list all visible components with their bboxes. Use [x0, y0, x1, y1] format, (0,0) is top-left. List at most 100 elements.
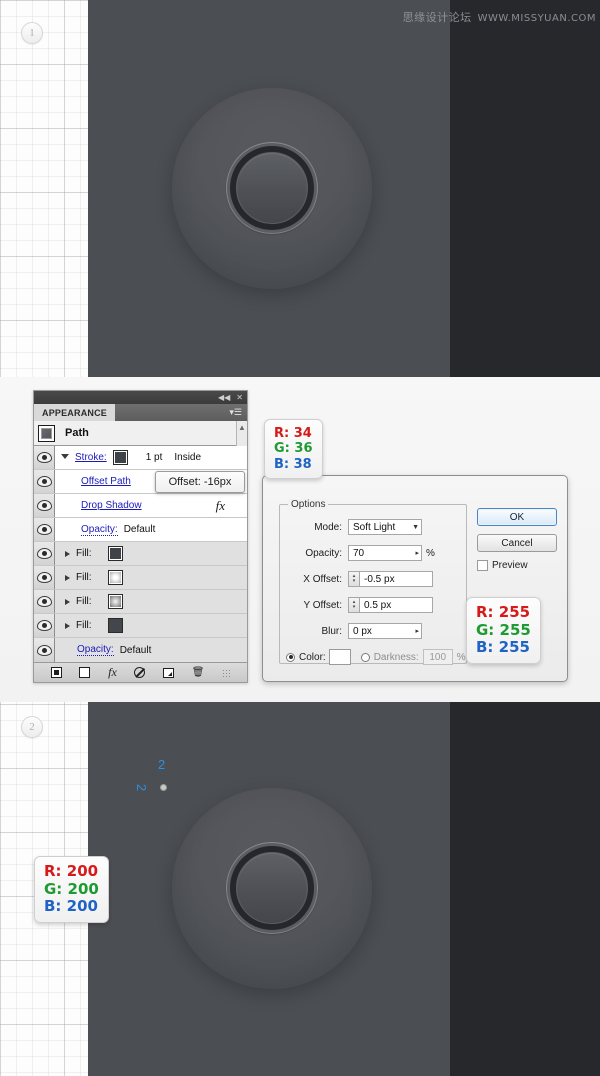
chevron-right-icon[interactable] — [65, 598, 70, 605]
chevron-right-icon[interactable] — [65, 550, 70, 557]
chevron-right-icon[interactable] — [65, 574, 70, 581]
opacity-top-label[interactable]: Opacity: — [81, 524, 118, 536]
visibility-toggle-drop-shadow[interactable] — [34, 494, 55, 517]
step-marker-2: 2 — [21, 716, 43, 738]
appearance-row-fill-1[interactable]: Fill: — [34, 542, 247, 566]
opacity-top-value[interactable]: Default — [124, 524, 156, 535]
opacity-bottom-value[interactable]: Default — [120, 645, 152, 656]
fill-2-color-swatch[interactable] — [107, 570, 123, 585]
watermark-cn-text: 思缘设计论坛 — [402, 11, 472, 24]
appearance-row-fill-2[interactable]: Fill: — [34, 566, 247, 590]
appearance-row-fill-4[interactable]: Fill: — [34, 614, 247, 638]
visibility-toggle-opacity-top[interactable] — [34, 518, 55, 541]
panel-titlebar: ◀◀ ✕ — [34, 391, 247, 404]
fill-4-label: Fill: — [76, 620, 92, 631]
field-y-offset: Y Offset: ▴ ▾ 0.5 px — [280, 597, 460, 613]
color-radio[interactable] — [286, 652, 295, 662]
stroke-align-value[interactable]: Inside — [174, 452, 201, 463]
ring-button-shape-1 — [227, 143, 317, 233]
fill-3-color-swatch[interactable] — [107, 594, 123, 609]
cancel-button[interactable]: Cancel — [477, 534, 557, 552]
fx-icon[interactable]: fx — [216, 498, 225, 514]
close-icon[interactable]: ✕ — [236, 393, 243, 402]
badge-r-value: R: 34 — [274, 426, 312, 441]
appearance-row-opacity-bottom[interactable]: Opacity: Default — [34, 638, 247, 662]
delete-item-icon[interactable]: 🗑 — [192, 667, 205, 678]
stroke-label[interactable]: Stroke: — [75, 452, 107, 463]
field-blur: Blur: 0 px ▸ — [280, 623, 460, 639]
badge-g-value: G: 36 — [274, 441, 313, 457]
anchor-point-dot[interactable] — [160, 784, 167, 791]
offset-path-label[interactable]: Offset Path — [81, 476, 131, 487]
blur-value: 0 px — [353, 625, 372, 637]
appearance-row-fill-3[interactable]: Fill: — [34, 590, 247, 614]
duplicate-item-icon[interactable] — [163, 667, 175, 678]
visibility-toggle-opacity-bottom[interactable] — [34, 638, 55, 662]
fill-1-color-swatch[interactable] — [107, 546, 123, 561]
y-offset-input[interactable]: 0.5 px — [359, 597, 433, 613]
site-watermark: 思缘设计论坛 WWW.MISSYUAN.COM — [403, 12, 596, 25]
badge-stroke-color: R: 34 G: 36 B: 38 — [264, 419, 323, 479]
collapse-icon[interactable]: ◀◀ — [218, 393, 230, 402]
anchor-number-label-rotated: 2 — [134, 783, 150, 792]
eye-icon — [36, 548, 52, 559]
eye-icon — [36, 572, 52, 583]
badge-b-value: B: 38 — [274, 456, 312, 472]
chevron-right-icon[interactable] — [65, 622, 70, 629]
appearance-row-stroke[interactable]: Stroke: 1 pt Inside — [34, 446, 247, 470]
path-label: Path — [65, 427, 89, 439]
opacity-label: Opacity: — [305, 547, 342, 559]
add-new-fill-icon[interactable] — [79, 667, 91, 678]
shadow-color-chip[interactable] — [328, 649, 351, 665]
clear-appearance-icon[interactable] — [134, 667, 146, 678]
darkness-radio[interactable] — [360, 652, 370, 662]
scroll-up-icon[interactable]: ▲ — [237, 423, 247, 432]
preview-checkbox[interactable] — [477, 560, 488, 571]
appearance-row-opacity-top[interactable]: Opacity: Default — [34, 518, 247, 542]
blur-input[interactable]: 0 px ▸ — [348, 623, 422, 639]
chevron-down-icon: ▸ — [415, 628, 419, 635]
appearance-row-drop-shadow[interactable]: Drop Shadow fx — [34, 494, 247, 518]
chevron-down-icon: ▸ — [415, 550, 419, 557]
ok-button[interactable]: OK — [477, 508, 557, 526]
canvas-dark-strip-2 — [450, 702, 600, 1076]
visibility-toggle-fill-3[interactable] — [34, 590, 55, 613]
watermark-url-text: WWW.MISSYUAN.COM — [477, 13, 596, 24]
darkness-unit: % — [456, 651, 466, 663]
badge-g-value: G: 200 — [44, 879, 99, 898]
chevron-down-icon: ▼ — [412, 523, 419, 531]
drop-shadow-label[interactable]: Drop Shadow — [81, 500, 142, 511]
field-mode: Mode: Soft Light ▼ — [280, 519, 460, 535]
add-new-effect-icon[interactable]: fx — [108, 665, 117, 680]
fill-4-color-swatch[interactable] — [107, 618, 123, 633]
opacity-input[interactable]: 70 ▸ — [348, 545, 422, 561]
artboard-canvas-step1: 思缘设计论坛 WWW.MISSYUAN.COM — [88, 0, 600, 377]
blur-label: Blur: — [321, 625, 342, 637]
panel-menu-icon[interactable]: ▾☰ — [229, 404, 247, 421]
visibility-toggle-fill-2[interactable] — [34, 566, 55, 589]
badge-r-value: R: 255 — [476, 603, 531, 621]
anchor-number-label: 2 — [158, 757, 166, 772]
tab-appearance[interactable]: APPEARANCE — [34, 404, 116, 421]
field-color-darkness: Color: Darkness: 100 % — [286, 649, 466, 665]
appearance-target-row[interactable]: Path — [34, 421, 247, 446]
chevron-down-icon[interactable] — [61, 453, 69, 462]
appearance-panel: ◀◀ ✕ APPEARANCE ▾☰ ▲ ▼ Path Stroke: — [33, 390, 248, 683]
badge-r-value: R: 200 — [44, 862, 99, 880]
stroke-color-swatch[interactable] — [112, 450, 128, 465]
visibility-toggle-fill-4[interactable] — [34, 614, 55, 637]
y-offset-stepper[interactable]: ▴ ▾ — [348, 597, 359, 613]
resize-grip-icon[interactable] — [222, 668, 231, 677]
visibility-toggle-stroke[interactable] — [34, 446, 55, 469]
stroke-weight-value[interactable]: 1 pt — [146, 452, 163, 463]
mode-select[interactable]: Soft Light ▼ — [348, 519, 422, 535]
visibility-toggle-offset-path[interactable] — [34, 470, 55, 493]
preview-checkbox-row[interactable]: Preview — [477, 560, 528, 571]
opacity-bottom-label[interactable]: Opacity: — [77, 644, 114, 656]
mode-value: Soft Light — [353, 521, 396, 533]
x-offset-input[interactable]: -0.5 px — [359, 571, 433, 587]
visibility-toggle-fill-1[interactable] — [34, 542, 55, 565]
mode-label: Mode: — [314, 521, 342, 533]
x-offset-stepper[interactable]: ▴ ▾ — [348, 571, 359, 587]
add-new-stroke-icon[interactable] — [50, 667, 62, 678]
